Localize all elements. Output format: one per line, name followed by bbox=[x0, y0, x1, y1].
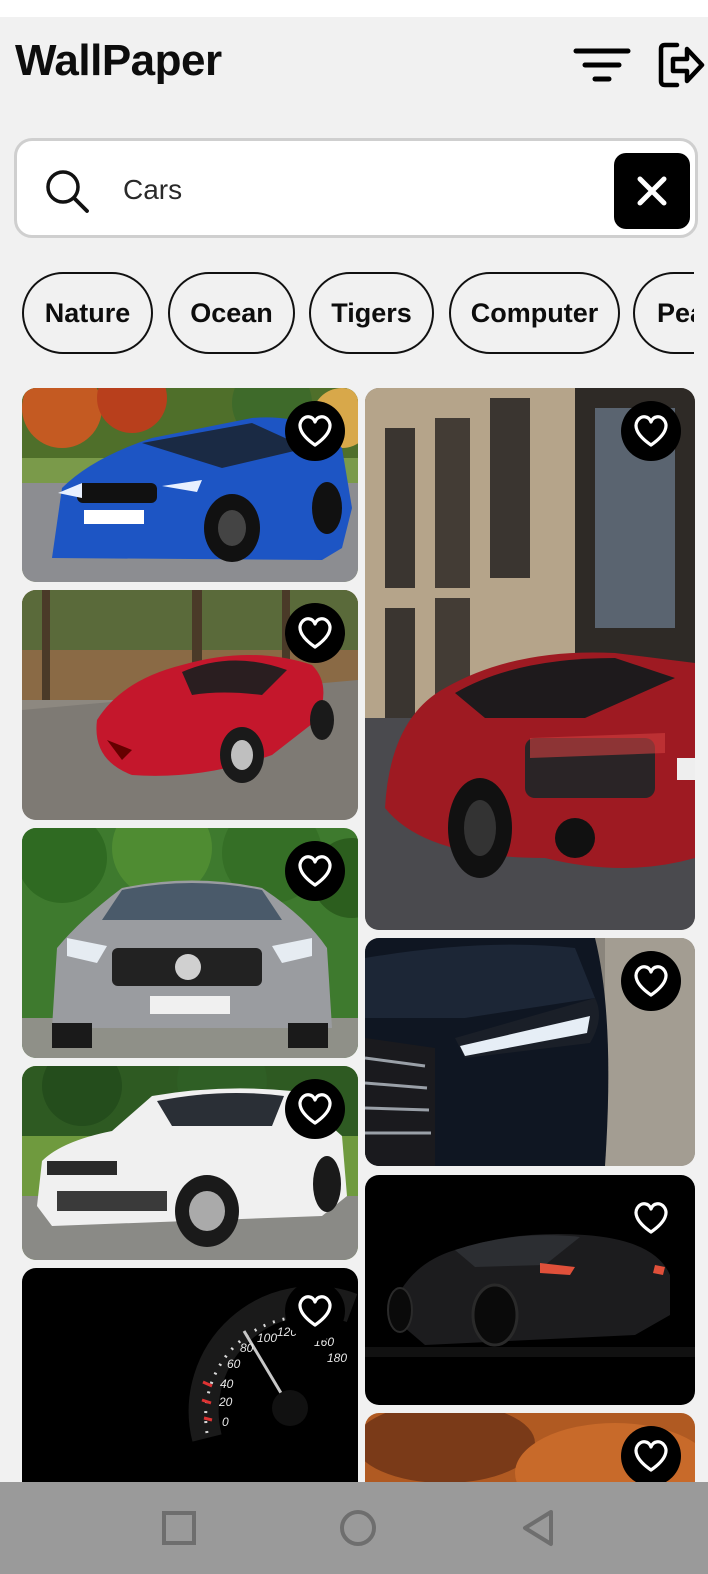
heart-outline-icon bbox=[634, 965, 668, 997]
heart-outline-icon bbox=[298, 1093, 332, 1125]
favorite-button[interactable] bbox=[285, 603, 345, 663]
wallpaper-tile[interactable] bbox=[365, 1175, 695, 1405]
wallpaper-tile[interactable] bbox=[365, 938, 695, 1166]
heart-outline-icon bbox=[634, 1440, 668, 1472]
heart-outline-icon bbox=[298, 855, 332, 887]
speedometer-label: 100 bbox=[257, 1331, 277, 1345]
speedometer-label: 40 bbox=[220, 1377, 234, 1391]
circle-home-icon bbox=[340, 1510, 376, 1546]
speedometer-label: 0 bbox=[222, 1415, 229, 1429]
speedometer-label: 80 bbox=[240, 1341, 254, 1355]
home-button[interactable] bbox=[334, 1504, 382, 1552]
wallpaper-tile[interactable] bbox=[365, 1413, 695, 1482]
wallpaper-tile[interactable] bbox=[22, 1066, 358, 1260]
wallpaper-image bbox=[365, 388, 695, 930]
favorite-button[interactable] bbox=[285, 401, 345, 461]
triangle-back-icon bbox=[523, 1510, 553, 1546]
square-recents-icon bbox=[162, 1511, 196, 1545]
heart-outline-icon bbox=[298, 415, 332, 447]
favorite-button[interactable] bbox=[621, 1426, 681, 1482]
favorite-button[interactable] bbox=[621, 401, 681, 461]
heart-outline-icon bbox=[634, 415, 668, 447]
wallpaper-tile[interactable] bbox=[22, 828, 358, 1058]
speedometer-label: 20 bbox=[218, 1395, 233, 1409]
favorite-button[interactable] bbox=[621, 951, 681, 1011]
heart-outline-icon bbox=[298, 1295, 332, 1327]
favorite-button[interactable] bbox=[285, 1079, 345, 1139]
wallpaper-grid: 0 20 40 60 80 100 120 160 180 bbox=[0, 0, 708, 1482]
wallpaper-tile[interactable] bbox=[22, 590, 358, 820]
speedometer-label: 180 bbox=[327, 1351, 347, 1365]
heart-outline-icon bbox=[298, 617, 332, 649]
wallpaper-tile[interactable]: 0 20 40 60 80 100 120 160 180 bbox=[22, 1268, 358, 1482]
heart-outline-icon bbox=[634, 1202, 668, 1234]
favorite-button[interactable] bbox=[621, 1188, 681, 1248]
system-navigation-bar bbox=[0, 1482, 708, 1574]
speedometer-label: 60 bbox=[227, 1357, 241, 1371]
recents-button[interactable] bbox=[155, 1504, 203, 1552]
wallpaper-tile[interactable] bbox=[365, 388, 695, 930]
back-button[interactable] bbox=[514, 1504, 562, 1552]
favorite-button[interactable] bbox=[285, 1281, 345, 1341]
favorite-button[interactable] bbox=[285, 841, 345, 901]
wallpaper-tile[interactable] bbox=[22, 388, 358, 582]
